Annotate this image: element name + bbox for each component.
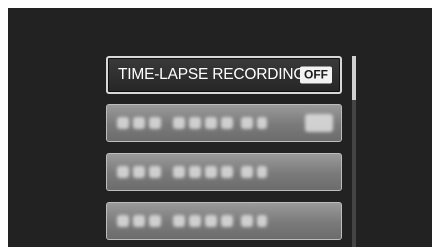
menu-item-time-lapse-recording[interactable]: TIME-LAPSE RECORDING OFF [106,56,342,94]
setting-value-badge: OFF [300,66,332,84]
camera-menu-screen: TIME-LAPSE RECORDING OFF [8,8,432,247]
menu-item-label: TIME-LAPSE RECORDING [118,66,306,83]
menu-item-blurred-3[interactable] [106,202,342,240]
menu-scrollbar[interactable] [352,56,356,247]
menu-item-blurred-2[interactable] [106,153,342,191]
blurred-value-badge [305,114,333,132]
scrollbar-thumb[interactable] [352,56,356,100]
menu-item-blurred-1[interactable] [106,104,342,142]
